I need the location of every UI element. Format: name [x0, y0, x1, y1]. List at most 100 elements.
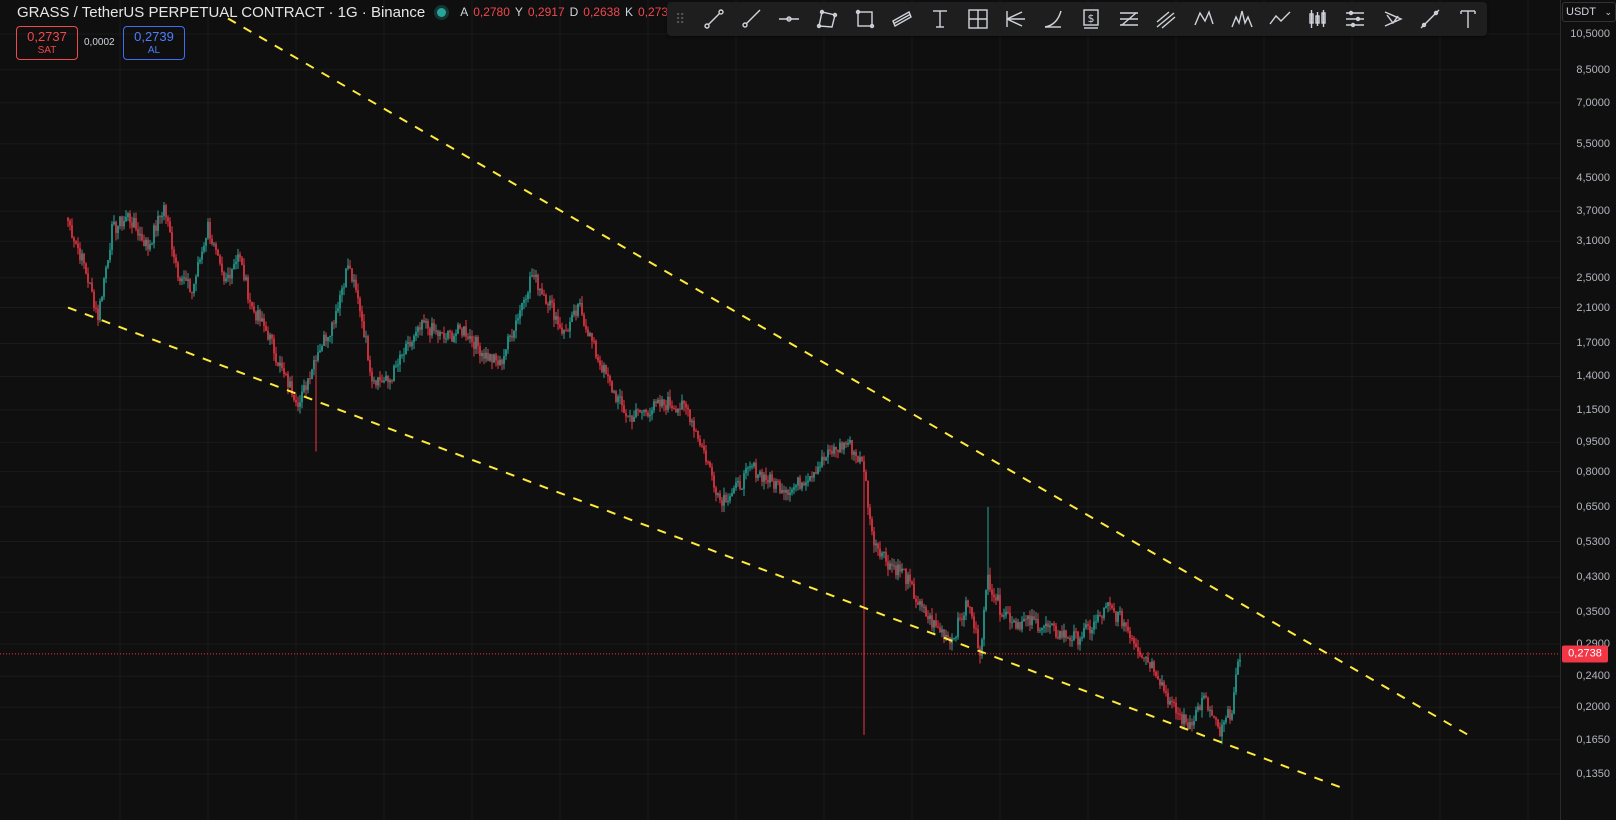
- candle-body: [999, 594, 1001, 615]
- candle-body: [461, 328, 463, 336]
- candle-body: [173, 249, 175, 258]
- candle-body: [689, 409, 691, 423]
- candle-body: [641, 411, 643, 413]
- gann-box-icon[interactable]: [1336, 4, 1374, 34]
- candles-icon[interactable]: [1298, 4, 1336, 34]
- candle-body: [869, 507, 871, 520]
- candle-body: [1059, 631, 1061, 639]
- candle-body: [101, 296, 103, 302]
- candle-body: [137, 229, 139, 236]
- candle-body: [159, 216, 161, 218]
- candle-body: [1141, 655, 1143, 658]
- candle-body: [1145, 657, 1147, 659]
- xabcd-pattern-icon[interactable]: [1185, 4, 1223, 34]
- path-icon[interactable]: [1261, 4, 1299, 34]
- parallel-channel-icon[interactable]: [883, 4, 921, 34]
- candle-body: [107, 260, 109, 268]
- candle-body: [639, 409, 641, 413]
- arc-icon[interactable]: [1034, 4, 1072, 34]
- candle-body: [645, 409, 647, 413]
- buy-button[interactable]: 0,2739 AL: [123, 26, 185, 60]
- candle-body: [1035, 618, 1037, 620]
- candle-body: [703, 446, 705, 451]
- fib-fan-icon[interactable]: [997, 4, 1035, 34]
- candle-body: [779, 481, 781, 493]
- drag-handle-icon[interactable]: ⠿: [675, 9, 689, 29]
- candle-body: [855, 451, 857, 457]
- candle-body: [619, 396, 621, 398]
- rectangle-icon[interactable]: [846, 4, 884, 34]
- candle-body: [701, 445, 703, 447]
- candle-body: [317, 352, 319, 361]
- candle-body: [831, 450, 833, 454]
- vertical-line-icon[interactable]: [921, 4, 959, 34]
- candle-body: [1207, 697, 1209, 711]
- candle-body: [213, 243, 215, 245]
- candle-body: [341, 288, 343, 296]
- candle-body: [1177, 713, 1179, 715]
- candle-body: [743, 473, 745, 489]
- candle-body: [331, 322, 333, 337]
- candle-body: [187, 279, 189, 281]
- candle-body: [249, 299, 251, 302]
- horizontal-ray-icon[interactable]: [770, 4, 808, 34]
- pitchfork-icon[interactable]: [1148, 4, 1186, 34]
- candle-body: [481, 353, 483, 357]
- candle-body: [1209, 709, 1211, 711]
- candle-body: [489, 354, 491, 361]
- triangle-pattern-icon[interactable]: [1374, 4, 1412, 34]
- polygon-icon[interactable]: [808, 4, 846, 34]
- head-shoulders-icon[interactable]: [1223, 4, 1261, 34]
- candle-body: [1215, 717, 1217, 720]
- candle-body: [417, 327, 419, 332]
- low-value: 0,2638: [583, 5, 620, 19]
- fib-retracement-icon[interactable]: [1110, 4, 1148, 34]
- trend-line-icon[interactable]: [695, 4, 733, 34]
- candle-body: [503, 355, 505, 365]
- candle-body: [69, 220, 71, 226]
- candle-body: [1085, 624, 1087, 628]
- price-axis[interactable]: 10,5000 8,5000 7,0000 5,5000 4,5000 3,7000 3,1…: [1560, 0, 1616, 820]
- candle-body: [895, 565, 897, 576]
- candlestick-chart[interactable]: [0, 0, 1560, 820]
- candle-body: [793, 487, 795, 490]
- currency-selector[interactable]: USDT ⌄: [1562, 2, 1616, 22]
- candle-body: [891, 563, 893, 566]
- candle-body: [713, 475, 715, 488]
- text-icon[interactable]: [1449, 4, 1487, 34]
- ray-icon[interactable]: [733, 4, 771, 34]
- candle-body: [987, 574, 989, 590]
- price-axis-label: 5,5000: [1576, 137, 1610, 150]
- candle-body: [1115, 611, 1117, 622]
- candle-body: [1031, 616, 1033, 626]
- symbol-title[interactable]: GRASS / TetherUS PERPETUAL CONTRACT · 1G…: [17, 4, 425, 21]
- candle-body: [293, 394, 295, 401]
- candle-body: [463, 326, 465, 336]
- price-label-icon[interactable]: $: [1072, 4, 1110, 34]
- candle-body: [577, 304, 579, 316]
- candle-body: [161, 215, 163, 218]
- sell-button[interactable]: 0,2737 SAT: [16, 26, 78, 60]
- candle-body: [483, 353, 485, 359]
- candle-body: [677, 408, 679, 413]
- price-axis-label: 1,1500: [1576, 403, 1610, 416]
- candle-body: [1083, 627, 1085, 638]
- candle-body: [333, 322, 335, 324]
- candle-body: [803, 482, 805, 486]
- candle-body: [475, 337, 477, 349]
- candle-body: [301, 391, 303, 403]
- brush-icon[interactable]: [1412, 4, 1450, 34]
- candle-body: [147, 239, 149, 250]
- candle-body: [533, 275, 535, 277]
- candle-body: [255, 311, 257, 321]
- candle-body: [1229, 709, 1231, 720]
- candle-body: [761, 471, 763, 482]
- candle-body: [549, 300, 551, 306]
- candle-body: [729, 496, 731, 501]
- candle-body: [1147, 657, 1149, 663]
- candle-body: [225, 278, 227, 282]
- crosshair-grid-icon[interactable]: [959, 4, 997, 34]
- candle-body: [771, 474, 773, 482]
- chart-area[interactable]: [0, 0, 1560, 820]
- candle-body: [307, 378, 309, 390]
